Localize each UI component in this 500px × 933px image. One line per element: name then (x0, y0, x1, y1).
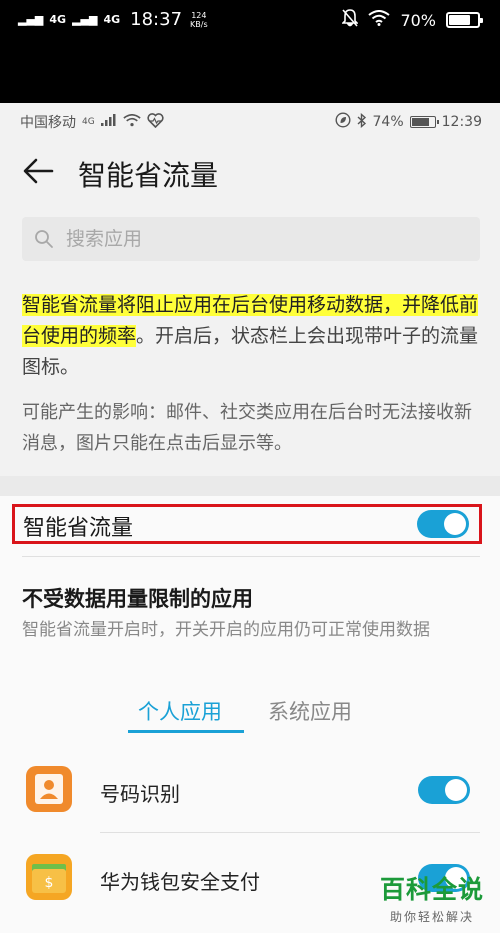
clock: 18:37 (130, 9, 183, 30)
unrestricted-apps-subtitle: 智能省流量开启时，开关开启的应用仍可正常使用数据 (22, 620, 430, 640)
list-item: 号码识别 (0, 752, 500, 830)
watermark-main-text: 百科全说 (379, 875, 484, 904)
back-arrow-icon[interactable] (22, 154, 56, 188)
wallet-icon: $ (26, 854, 72, 900)
page-title: 智能省流量 (78, 159, 219, 192)
tab-system-apps[interactable]: 系统应用 (268, 696, 352, 726)
title-bar: 智能省流量 (0, 139, 500, 207)
signal-icon: ▂▄▆ (18, 13, 44, 26)
inner-clock: 12:39 (441, 114, 482, 130)
wifi-icon (368, 10, 391, 30)
inner-battery-percent: 74% (372, 114, 404, 130)
wifi-icon-small (123, 113, 141, 131)
network-speed: 124 KB/s (190, 11, 208, 29)
section-divider (0, 476, 500, 496)
heart-icon (147, 112, 164, 132)
switch-knob (444, 513, 466, 535)
search-input[interactable] (66, 217, 466, 261)
battery-percent: 70% (400, 10, 436, 30)
impact-description: 可能产生的影响：邮件、社交类应用在后台时无法接收新消息，图片只能在点击后显示等。 (22, 402, 472, 454)
app-name: 华为钱包安全支付 (100, 870, 260, 894)
watermark-sub-text: 助你轻松解决 (389, 910, 474, 924)
dollar-glyph: $ (45, 875, 54, 891)
signal-label-2: 4G (103, 13, 121, 26)
contact-card-icon (26, 766, 72, 812)
tab-personal-apps[interactable]: 个人应用 (138, 696, 222, 726)
active-tab-indicator (128, 730, 244, 733)
mute-bell-icon (341, 9, 360, 31)
network-type: 4G (82, 117, 95, 127)
watermark-logo: 百科全说 助你轻松解决 (380, 870, 484, 925)
search-icon (34, 229, 54, 249)
bluetooth-icon (357, 112, 367, 132)
search-area (0, 207, 500, 271)
signal-bars-icon (100, 114, 117, 130)
feature-description: 智能省流量将阻止应用在后台使用移动数据，并降低前台使用的频率。开启后，状态栏上会… (22, 290, 482, 383)
app-data-switch[interactable] (418, 776, 470, 804)
switch-knob (445, 779, 467, 801)
search-box[interactable] (22, 217, 480, 261)
inner-battery-icon (409, 116, 439, 128)
battery-fill (449, 15, 470, 25)
inner-battery-fill (411, 118, 430, 126)
carrier-name: 中国移动 (20, 115, 76, 131)
signal-icon-2: ▂▄▆ (72, 13, 98, 26)
data-saver-label: 智能省流量 (23, 516, 134, 541)
speed-unit: KB/s (190, 19, 208, 29)
battery-icon (446, 12, 483, 28)
data-saver-toggle-row[interactable]: 智能省流量 (12, 504, 482, 544)
data-saver-switch[interactable] (417, 510, 469, 538)
unrestricted-apps-title: 不受数据用量限制的应用 (22, 587, 253, 611)
speed-value: 124 (191, 10, 207, 20)
app-name: 号码识别 (100, 782, 180, 806)
outer-status-bar: ▂▄▆ 4G ▂▄▆ 4G 18:37 124 KB/s 70% (0, 0, 500, 103)
data-saver-icon (335, 112, 351, 132)
app-tabs: 个人应用 系统应用 (0, 690, 500, 736)
divider-line (22, 556, 480, 557)
divider-line (100, 832, 480, 833)
inner-status-bar: 中国移动 4G 74% 12:39 (0, 103, 500, 139)
signal-label-1: 4G (49, 13, 67, 26)
